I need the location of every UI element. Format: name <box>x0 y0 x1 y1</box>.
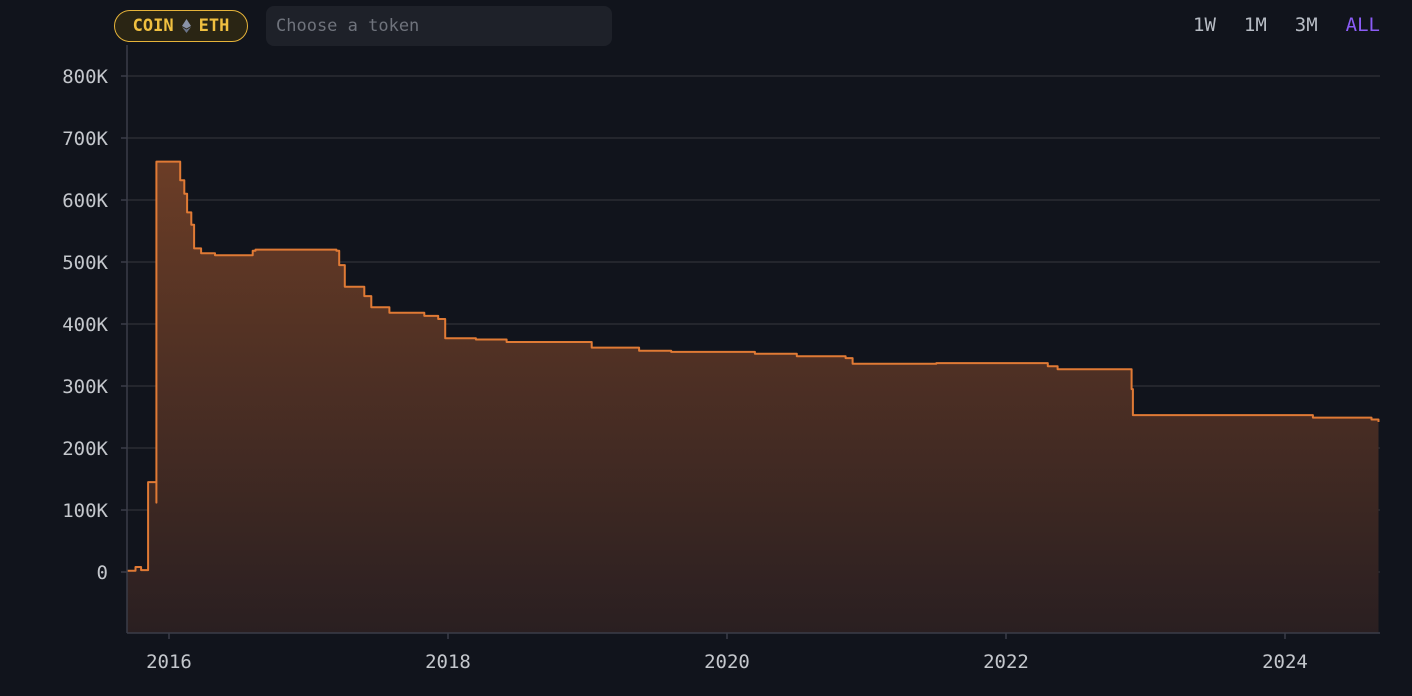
y-tick-label: 600K <box>62 190 108 212</box>
x-tick-label: 2016 <box>146 651 192 673</box>
series-area <box>127 161 1379 633</box>
y-tick-label: 300K <box>62 376 108 398</box>
y-tick-label: 200K <box>62 438 108 460</box>
y-tick-label: 400K <box>62 314 108 336</box>
balance-chart: 0 100K 200K 300K 400K 500K 600K 700K 800K 2016 201… <box>62 45 1380 673</box>
x-tick-label: 2020 <box>704 651 750 673</box>
y-tick-label: 800K <box>62 66 108 88</box>
x-tick-label: 2018 <box>425 651 471 673</box>
x-tick-label: 2024 <box>1262 651 1308 673</box>
y-tick-label: 0 <box>97 562 108 584</box>
area-layer <box>127 160 1380 633</box>
y-tick-label: 700K <box>62 128 108 150</box>
y-tick-label: 100K <box>62 500 108 522</box>
y-tick-label: 500K <box>62 252 108 274</box>
x-tick-label: 2022 <box>983 651 1029 673</box>
